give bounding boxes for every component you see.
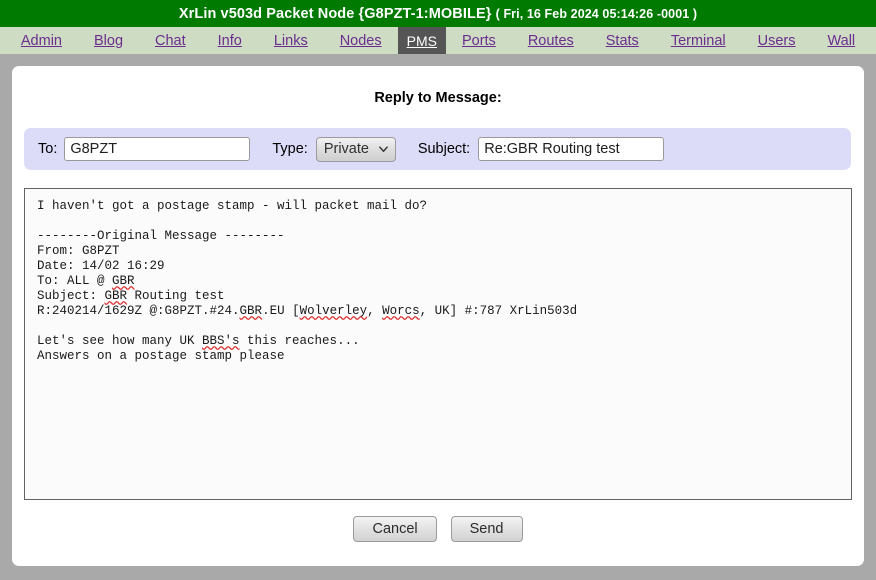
nav-item-ports[interactable]: Ports <box>446 27 512 54</box>
nav-item-chat[interactable]: Chat <box>139 27 202 54</box>
nav-item-stats[interactable]: Stats <box>590 27 655 54</box>
subject-label: Subject: <box>417 141 471 157</box>
type-select[interactable]: Private <box>315 136 396 162</box>
message-body-text: I haven't got a postage stamp - will pac… <box>37 199 578 363</box>
form-heading: Reply to Message: <box>374 90 502 106</box>
to-label: To: <box>38 141 58 157</box>
type-select-wrapper: Private <box>315 136 396 162</box>
to-input[interactable] <box>64 137 251 161</box>
type-label: Type: <box>272 141 308 157</box>
nav-item-users[interactable]: Users <box>742 27 812 54</box>
nav-item-routes[interactable]: Routes <box>512 27 590 54</box>
nav-item-nodes[interactable]: Nodes <box>324 27 398 54</box>
nav-item-links[interactable]: Links <box>258 27 324 54</box>
form-actions: Cancel Send <box>12 516 864 542</box>
nav-item-wall[interactable]: Wall <box>811 27 871 54</box>
cancel-button[interactable]: Cancel <box>353 516 437 542</box>
header-bar: XrLin v503d Packet Node {G8PZT-1:MOBILE}… <box>0 0 876 27</box>
nav-item-pms[interactable]: PMS <box>397 27 446 54</box>
main-navigation: Admin Blog Chat Info Links Nodes PMS Por… <box>0 27 876 54</box>
nav-item-blog[interactable]: Blog <box>78 27 139 54</box>
message-header-fields: To: Type: Private Subject: <box>24 128 851 170</box>
content-panel: Reply to Message: To: Type: Private Subj… <box>12 66 864 566</box>
page-title: XrLin v503d Packet Node {G8PZT-1:MOBILE}… <box>179 6 697 22</box>
nav-item-terminal[interactable]: Terminal <box>655 27 742 54</box>
node-title-text: XrLin v503d Packet Node {G8PZT-1:MOBILE} <box>178 5 492 22</box>
node-datetime-text: ( Fri, 16 Feb 2024 05:14:26 -0001 ) <box>495 6 698 21</box>
nav-item-admin[interactable]: Admin <box>5 27 78 54</box>
subject-input[interactable] <box>478 137 665 161</box>
send-button[interactable]: Send <box>450 516 523 542</box>
nav-item-info[interactable]: Info <box>202 27 258 54</box>
message-body-textarea[interactable]: I haven't got a postage stamp - will pac… <box>24 188 852 500</box>
